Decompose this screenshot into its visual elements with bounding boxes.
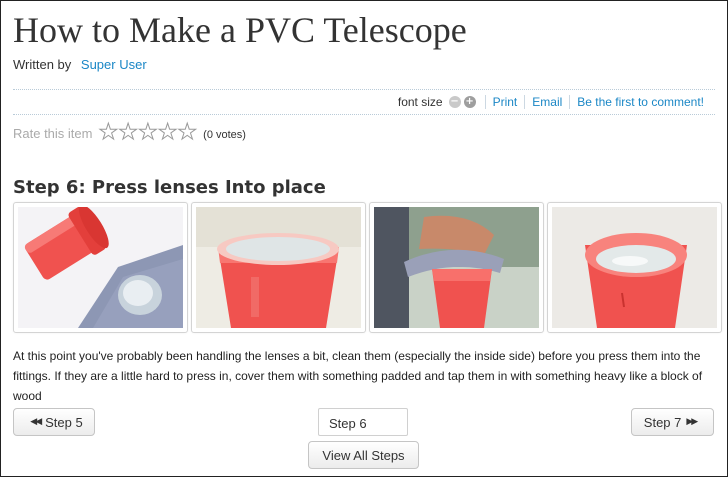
current-step-indicator: Step 6 — [318, 408, 408, 436]
article-toolbar: font size − + Print Email Be the first t… — [13, 89, 715, 115]
star-icon[interactable]: ★ — [177, 121, 198, 144]
rating-widget: Rate this item ★ ★ ★ ★ ★ (0 votes) — [13, 121, 246, 144]
rating-stars: ★ ★ ★ ★ ★ — [98, 121, 198, 144]
photo-lens-in-fitting-closeup — [196, 207, 361, 328]
step-title: Step 6: Press lenses Into place — [13, 177, 326, 198]
photo-lens-seated-in-fitting — [552, 207, 717, 328]
next-step-label: Step 7 — [643, 414, 682, 430]
photo-fitting-and-lens-on-cloth — [18, 207, 183, 328]
page-frame: How to Make a PVC Telescope Written by S… — [0, 0, 728, 477]
photo-pressing-lens-with-cloth — [374, 207, 539, 328]
prev-step-label: Step 5 — [45, 414, 83, 430]
gallery-thumbnail[interactable] — [191, 202, 366, 333]
comment-link[interactable]: Be the first to comment! — [569, 95, 711, 109]
email-link[interactable]: Email — [524, 95, 569, 109]
gallery-thumbnail[interactable] — [369, 202, 544, 333]
author-link[interactable]: Super User — [81, 57, 147, 72]
article-title: How to Make a PVC Telescope — [13, 10, 467, 50]
view-all-steps-button[interactable]: View All Steps — [308, 441, 419, 469]
step-image-gallery — [13, 202, 725, 333]
gallery-thumbnail[interactable] — [13, 202, 188, 333]
vote-count: (0 votes) — [203, 128, 246, 141]
step-description: At this point you've probably been handl… — [13, 349, 703, 403]
written-by-label: Written by — [13, 57, 72, 72]
font-size-increase-icon[interactable]: + — [463, 96, 476, 108]
gallery-thumbnail[interactable] — [547, 202, 722, 333]
byline: Written by Super User — [13, 57, 147, 72]
star-icon[interactable]: ★ — [157, 121, 178, 144]
print-link[interactable]: Print — [484, 95, 525, 109]
double-arrow-right-icon: ▶▶ — [686, 417, 698, 427]
prev-step-button[interactable]: ◀◀ Step 5 — [13, 408, 95, 436]
star-icon[interactable]: ★ — [137, 121, 158, 144]
article-tools: font size − + Print Email Be the first t… — [398, 95, 711, 109]
next-step-button[interactable]: Step 7 ▶▶ — [631, 408, 714, 436]
star-icon[interactable]: ★ — [98, 121, 119, 144]
rating-label: Rate this item — [13, 125, 93, 141]
star-icon[interactable]: ★ — [118, 121, 139, 144]
double-arrow-left-icon: ◀◀ — [30, 417, 42, 427]
font-size-decrease-icon[interactable]: − — [448, 96, 461, 108]
font-size-label: font size — [397, 95, 443, 109]
